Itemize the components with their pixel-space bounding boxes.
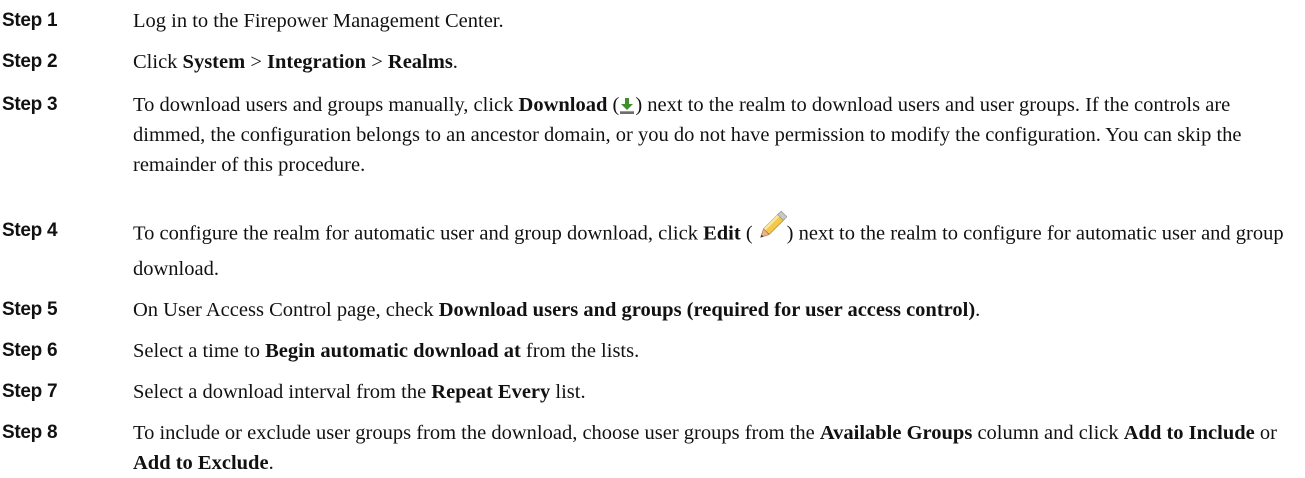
step-text-run: . — [975, 299, 981, 321]
ui-term: Add to Exclude — [133, 452, 269, 474]
step-label: Step 3 — [2, 94, 58, 115]
ui-term: Realms — [387, 51, 453, 73]
step-text-run: > — [245, 51, 267, 73]
step-label: Step 6 — [2, 340, 58, 361]
ui-term: Available Groups — [819, 422, 973, 444]
step-text-run: To include or exclude user groups from t… — [133, 422, 820, 444]
ui-term: Integration — [267, 51, 367, 73]
ui-term: Begin automatic download at — [265, 340, 521, 362]
step-label: Step 4 — [2, 220, 58, 241]
edit-pencil-icon[interactable] — [753, 207, 791, 245]
step-label: Step 7 — [2, 381, 58, 402]
step-text: On User Access Control page, check Downl… — [133, 295, 1301, 325]
ui-term: Repeat Every — [431, 381, 551, 403]
ui-term: Download users and groups (required for … — [438, 299, 976, 321]
step-text-run: On User Access Control page, check — [133, 299, 439, 321]
step-text-run: from the lists. — [520, 340, 640, 362]
ui-term: Edit — [703, 222, 741, 245]
step-text: To configure the realm for automatic use… — [133, 210, 1301, 284]
step-text-run: . — [452, 51, 458, 73]
step-text-run: > — [366, 51, 388, 73]
step-label: Step 2 — [2, 51, 58, 72]
ui-term: System — [182, 51, 246, 73]
step-text: To include or exclude user groups from t… — [133, 418, 1301, 478]
step-text-run: ( — [740, 222, 753, 245]
step-label: Step 5 — [2, 299, 58, 320]
step-text-run: Select a time to — [133, 340, 266, 362]
step-text-run: or — [1254, 422, 1277, 444]
ui-term: Add to Include — [1123, 422, 1255, 444]
step-text: Select a download interval from the Repe… — [133, 377, 1301, 407]
step-text-run: list. — [550, 381, 586, 403]
step-label: Step 8 — [2, 422, 58, 443]
ui-term: Download — [518, 94, 608, 116]
step-text-run: Log in to the Firepower Management Cente… — [133, 10, 504, 32]
step-text-run: To download users and groups manually, c… — [133, 94, 519, 116]
step-text: To download users and groups manually, c… — [133, 90, 1301, 180]
step-text: Select a time to Begin automatic downloa… — [133, 336, 1301, 366]
step-text: Log in to the Firepower Management Cente… — [133, 6, 1301, 36]
step-text: Click System > Integration > Realms. — [133, 47, 1301, 77]
step-text-run: Select a download interval from the — [133, 381, 432, 403]
step-label: Step 1 — [2, 10, 58, 31]
step-text-run: Click — [133, 51, 183, 73]
step-text-run: . — [268, 452, 274, 474]
step-text-run: ( — [607, 94, 620, 116]
download-icon[interactable] — [619, 94, 635, 115]
step-text-run: To configure the realm for automatic use… — [133, 222, 704, 245]
step-text-run: column and click — [972, 422, 1124, 444]
